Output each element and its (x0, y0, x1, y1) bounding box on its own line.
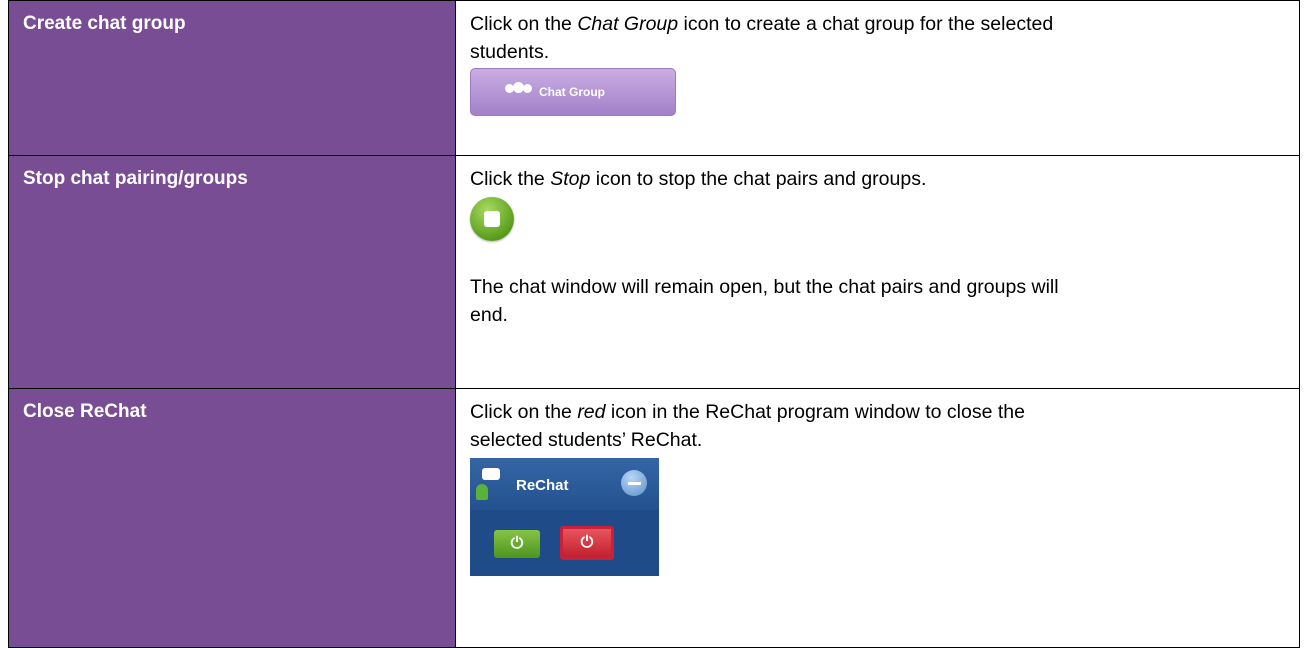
power-icon: ⏻ (580, 534, 594, 551)
table-row: Create chat group Click on the Chat Grou… (8, 0, 1300, 156)
row-label: Stop chat pairing/groups (23, 168, 248, 189)
power-on-button[interactable]: ⏻ (494, 530, 540, 558)
rechat-logo-icon (476, 468, 502, 502)
chat-group-button[interactable]: Chat Group (470, 68, 676, 116)
row-description-cell: Click on the Chat Group icon to create a… (455, 0, 1300, 156)
description-line: Click on the red icon in the ReChat prog… (470, 398, 1285, 426)
description-emphasis: Chat Group (577, 13, 679, 35)
rechat-title: ReChat (516, 477, 569, 494)
instruction-table: Create chat group Click on the Chat Grou… (8, 0, 1300, 648)
row-label: Close ReChat (23, 401, 147, 422)
row-description-cell: Click on the red icon in the ReChat prog… (455, 388, 1300, 648)
description-text: Click the (470, 168, 551, 190)
row-description-cell: Click the Stop icon to stop the chat pai… (455, 155, 1300, 389)
description-emphasis: red (577, 401, 606, 423)
power-off-button[interactable]: ⏻ (560, 526, 614, 560)
rechat-window: ReChat ⏻ ⏻ (470, 458, 659, 576)
minimize-icon[interactable] (621, 470, 647, 496)
description-emphasis: Stop (550, 168, 591, 190)
description-text: Click on the (470, 13, 578, 35)
power-icon: ⏻ (510, 535, 524, 552)
note-line: end. (470, 304, 508, 326)
note-line: The chat window will remain open, but th… (470, 276, 1059, 298)
stop-square-icon (484, 211, 500, 227)
description-text: Click on the (470, 401, 578, 423)
description-line: Click on the Chat Group icon to create a… (470, 10, 1285, 38)
row-label-cell: Stop chat pairing/groups (8, 155, 456, 389)
stop-icon[interactable] (470, 197, 514, 241)
row-label: Create chat group (23, 13, 186, 34)
description-text: icon to create a chat group for the sele… (678, 13, 1054, 35)
description-text: icon in the ReChat program window to clo… (605, 401, 1025, 423)
description-line: students. (470, 41, 550, 63)
rechat-header: ReChat (470, 458, 659, 510)
chat-group-icon (505, 82, 532, 100)
chat-group-button-label: Chat Group (539, 85, 605, 99)
description-text: icon to stop the chat pairs and groups. (590, 168, 927, 190)
row-label-cell: Close ReChat (8, 388, 456, 648)
row-label-cell: Create chat group (8, 0, 456, 156)
table-row: Close ReChat Click on the red icon in th… (8, 388, 1300, 648)
table-row: Stop chat pairing/groups Click the Stop … (8, 155, 1300, 389)
description-line: selected students’ ReChat. (470, 429, 703, 451)
description-line: Click the Stop icon to stop the chat pai… (470, 165, 1285, 193)
